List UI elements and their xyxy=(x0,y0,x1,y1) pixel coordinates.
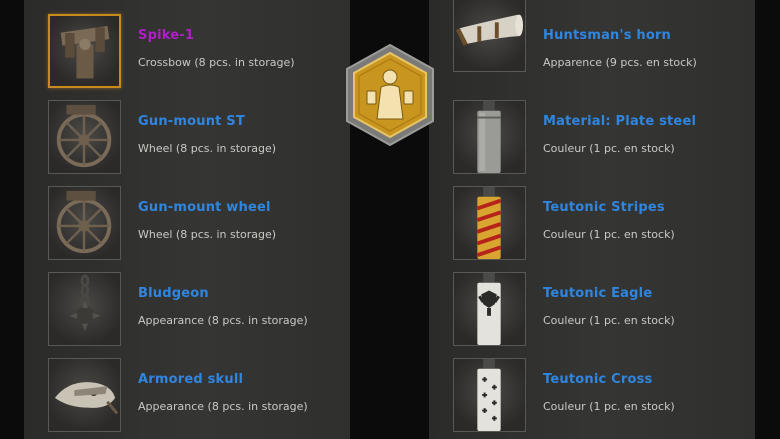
item-description: Wheel (8 pcs. in storage) xyxy=(138,228,277,241)
beer-maiden-badge-icon xyxy=(341,41,439,149)
item-name: Spike-1 xyxy=(138,28,195,43)
item-name: Bludgeon xyxy=(138,286,209,301)
item-description: Apparence (9 pcs. en stock) xyxy=(543,56,697,69)
list-item[interactable]: Huntsman's horn Apparence (9 pcs. en sto… xyxy=(429,0,755,86)
list-item[interactable]: Gun-mount wheel Wheel (8 pcs. in storage… xyxy=(24,172,350,260)
item-description: Couleur (1 pc. en stock) xyxy=(543,400,675,413)
list-item[interactable]: Spike-1 Crossbow (8 pcs. in storage) xyxy=(24,0,350,88)
item-name: Teutonic Eagle xyxy=(543,286,653,301)
skull-icon xyxy=(48,358,121,432)
paint-can-icon xyxy=(453,100,526,174)
mace-icon xyxy=(48,272,121,346)
crossbow-icon xyxy=(48,14,121,88)
item-name: Material: Plate steel xyxy=(543,114,697,129)
item-name: Teutonic Cross xyxy=(543,372,653,387)
item-description: Appearance (8 pcs. in storage) xyxy=(138,400,308,413)
item-description: Wheel (8 pcs. in storage) xyxy=(138,142,277,155)
item-name: Huntsman's horn xyxy=(543,28,672,43)
wheel-icon xyxy=(48,186,121,260)
item-name: Gun-mount ST xyxy=(138,114,245,129)
item-name: Teutonic Stripes xyxy=(543,200,665,215)
list-item[interactable]: Gun-mount ST Wheel (8 pcs. in storage) xyxy=(24,86,350,174)
list-item[interactable]: Armored skull Appearance (8 pcs. in stor… xyxy=(24,344,350,432)
paint-can-icon xyxy=(453,186,526,260)
list-item[interactable]: Teutonic Cross Couleur (1 pc. en stock) xyxy=(429,344,755,432)
list-item[interactable]: Teutonic Eagle Couleur (1 pc. en stock) xyxy=(429,258,755,346)
right-item-panel: Huntsman's horn Apparence (9 pcs. en sto… xyxy=(429,0,755,439)
list-item[interactable]: Teutonic Stripes Couleur (1 pc. en stock… xyxy=(429,172,755,260)
list-item[interactable]: Material: Plate steel Couleur (1 pc. en … xyxy=(429,86,755,174)
item-name: Armored skull xyxy=(138,372,244,387)
item-name: Gun-mount wheel xyxy=(138,200,271,215)
horn-icon xyxy=(453,0,526,72)
item-description: Couleur (1 pc. en stock) xyxy=(543,228,675,241)
left-item-panel: Spike-1 Crossbow (8 pcs. in storage) Gun… xyxy=(24,0,350,439)
list-item[interactable]: Bludgeon Appearance (8 pcs. in storage) xyxy=(24,258,350,346)
wheel-icon xyxy=(48,100,121,174)
item-description: Crossbow (8 pcs. in storage) xyxy=(138,56,295,69)
paint-can-icon xyxy=(453,358,526,432)
item-description: Couleur (1 pc. en stock) xyxy=(543,314,675,327)
item-description: Couleur (1 pc. en stock) xyxy=(543,142,675,155)
paint-can-icon xyxy=(453,272,526,346)
item-description: Appearance (8 pcs. in storage) xyxy=(138,314,308,327)
